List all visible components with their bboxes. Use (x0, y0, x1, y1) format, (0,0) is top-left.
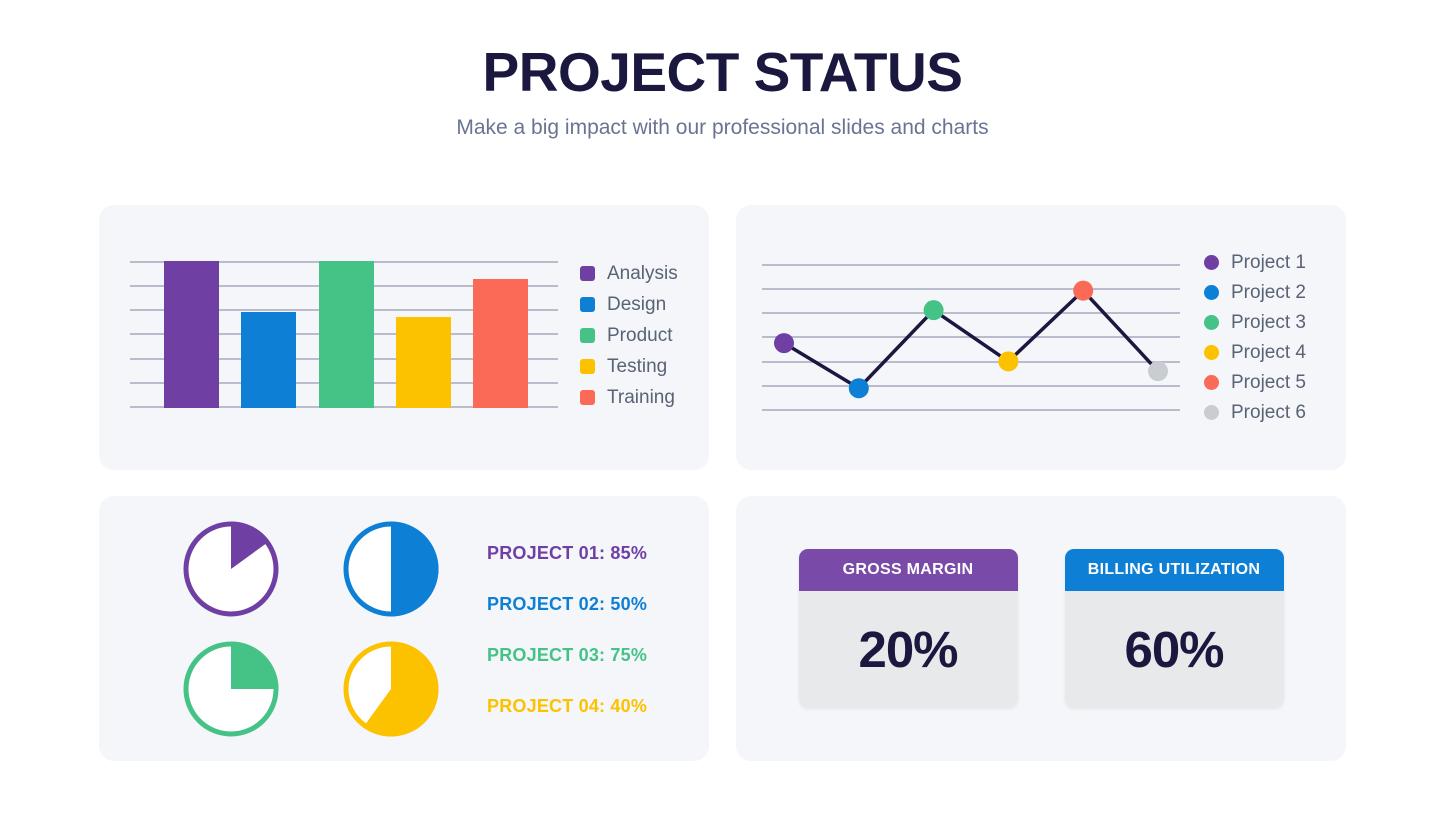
legend-swatch-icon (580, 390, 595, 405)
kpi-title: BILLING UTILIZATION (1064, 549, 1284, 591)
dashboard-grid: Analysis Design Product Testing Training Pro… (99, 205, 1346, 761)
kpi-body: 60% (1064, 591, 1284, 708)
line-legend-label: Project 1 (1231, 251, 1306, 273)
bar-chart-legend: Analysis Design Product Testing Training (580, 263, 678, 409)
bar-chart-card: Analysis Design Product Testing Training (99, 205, 709, 470)
line-chart-svg (774, 280, 1168, 398)
line-point-4[interactable] (998, 350, 1019, 371)
kpi-value: 60% (1124, 621, 1224, 678)
pie-chart-3 (183, 641, 279, 736)
bar-legend-item[interactable]: Testing (580, 356, 678, 378)
bar-legend-item[interactable]: Training (580, 387, 678, 409)
page-subtitle: Make a big impact with our professional … (456, 115, 989, 139)
pie-chart-4 (343, 641, 439, 736)
pie-chart-group (151, 509, 471, 749)
line-legend-item[interactable]: Project 1 (1204, 252, 1306, 274)
bar-product (318, 261, 374, 408)
bar-series (164, 261, 528, 408)
kpi-card: GROSS MARGIN 20% BILLING UTILIZATION 60% (736, 496, 1346, 761)
bar-design (241, 312, 297, 408)
pie-chart-card: PROJECT 01: 85% PROJECT 02: 50% PROJECT 03… (99, 496, 709, 761)
legend-swatch-icon (580, 328, 595, 343)
line-legend-label: Project 3 (1231, 311, 1306, 333)
bar-legend-label: Testing (607, 355, 668, 377)
bar-legend-label: Analysis (607, 262, 678, 284)
line-point-5[interactable] (1073, 280, 1094, 301)
pie-chart-1 (183, 521, 279, 616)
kpi-body: 20% (798, 591, 1018, 708)
kpi-tile-1: GROSS MARGIN 20% (798, 549, 1018, 708)
line-legend-item[interactable]: Project 4 (1204, 342, 1306, 364)
pie-label-3: PROJECT 03: 75% (487, 644, 648, 665)
pie-label-2: PROJECT 02: 50% (487, 593, 648, 614)
pie-chart-2 (343, 521, 439, 616)
legend-swatch-icon (1204, 345, 1219, 360)
legend-swatch-icon (580, 297, 595, 312)
line-point-3[interactable] (923, 299, 944, 320)
legend-swatch-icon (580, 359, 595, 374)
line-point-1[interactable] (774, 332, 794, 353)
legend-swatch-icon (1204, 375, 1219, 390)
legend-swatch-icon (1204, 315, 1219, 330)
bar-analysis (164, 261, 219, 408)
line-chart-legend: Project 1 Project 2 Project 3 Project 4 Proj… (1204, 252, 1306, 424)
kpi-title: GROSS MARGIN (798, 549, 1018, 591)
bar-training (473, 278, 528, 408)
bar-chart-plot (130, 261, 558, 408)
bar-legend-label: Design (607, 293, 667, 315)
pie-label-list: PROJECT 01: 85% PROJECT 02: 50% PROJECT 03… (487, 543, 647, 717)
line-point-2[interactable] (848, 377, 869, 398)
kpi-tile-2: BILLING UTILIZATION 60% (1064, 549, 1284, 708)
line-point-6[interactable] (1148, 360, 1168, 381)
line-legend-label: Project 4 (1231, 341, 1306, 363)
line-legend-item[interactable]: Project 5 (1204, 372, 1306, 394)
legend-swatch-icon (580, 266, 595, 281)
kpi-list: GROSS MARGIN 20% BILLING UTILIZATION 60% (736, 496, 1346, 761)
page-title: PROJECT STATUS (482, 41, 963, 103)
kpi-value: 20% (858, 621, 958, 678)
line-path (782, 288, 1160, 390)
page-header: PROJECT STATUS Make a big impact with ou… (0, 0, 1445, 140)
line-legend-label: Project 6 (1231, 401, 1306, 423)
legend-swatch-icon (1204, 405, 1219, 420)
pie-wedge (391, 521, 439, 616)
pie-wedge (231, 641, 279, 689)
bar-testing (395, 316, 451, 408)
line-chart-card: Project 1 Project 2 Project 3 Project 4 Proj… (736, 205, 1346, 470)
bar-legend-label: Training (607, 386, 675, 408)
line-legend-item[interactable]: Project 3 (1204, 312, 1306, 334)
pie-label-4: PROJECT 04: 40% (487, 695, 648, 716)
bar-legend-item[interactable]: Analysis (580, 263, 678, 285)
legend-swatch-icon (1204, 285, 1219, 300)
line-legend-label: Project 5 (1231, 371, 1306, 393)
bar-legend-item[interactable]: Design (580, 294, 678, 316)
line-legend-label: Project 2 (1231, 281, 1306, 303)
line-chart-plot (762, 263, 1180, 412)
bar-legend-item[interactable]: Product (580, 325, 678, 347)
bar-legend-label: Product (607, 324, 673, 346)
line-legend-item[interactable]: Project 6 (1204, 402, 1306, 424)
legend-swatch-icon (1204, 255, 1219, 270)
pie-label-1: PROJECT 01: 85% (487, 542, 648, 563)
line-legend-item[interactable]: Project 2 (1204, 282, 1306, 304)
